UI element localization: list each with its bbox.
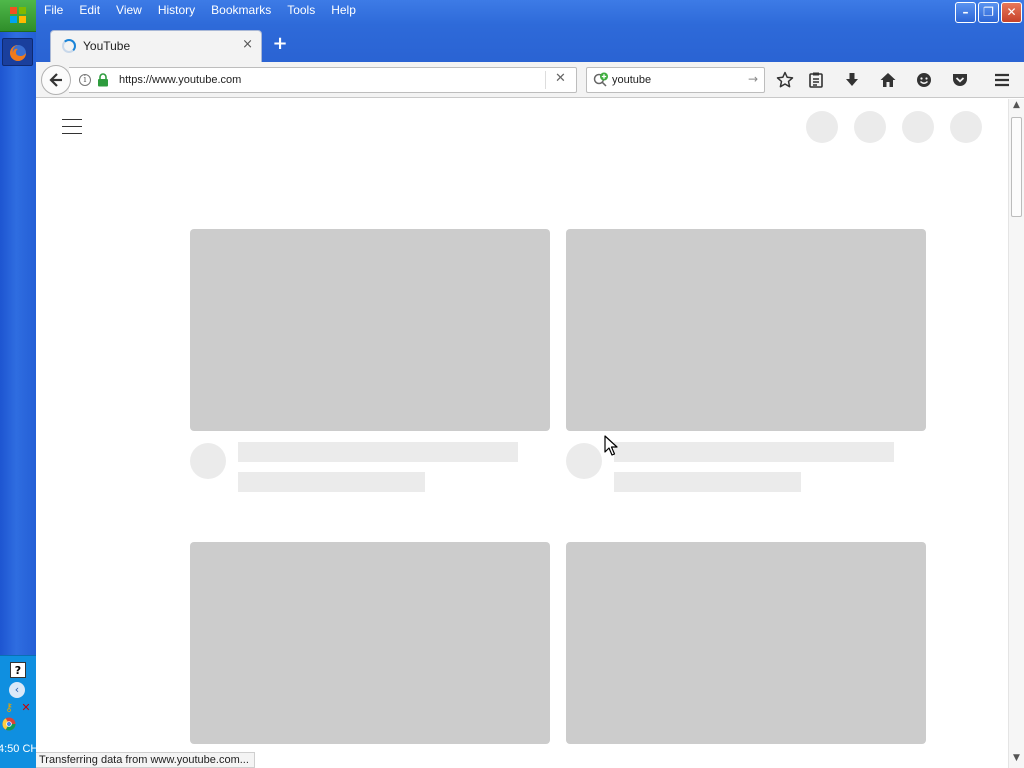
header-placeholder-icon: [854, 111, 886, 143]
thumbnail-placeholder: [566, 229, 926, 431]
new-tab-button[interactable]: +: [272, 34, 288, 54]
start-button[interactable]: [0, 0, 36, 32]
channel-avatar-placeholder: [566, 443, 602, 479]
video-card-placeholder: [566, 229, 926, 492]
open-menu-button[interactable]: [991, 69, 1013, 91]
header-placeholder-icon: [902, 111, 934, 143]
header-placeholder-icon: [950, 111, 982, 143]
windows-taskbar: ? ‹ ⚷ ✕ 4:50 CH: [0, 0, 39, 768]
search-go-button[interactable]: →: [748, 72, 758, 86]
windows-logo-icon: [10, 7, 26, 23]
menu-file[interactable]: File: [36, 0, 71, 22]
page-content: [36, 99, 1008, 752]
download-arrow-icon: [846, 73, 858, 86]
home-button[interactable]: [877, 69, 899, 91]
back-arrow-icon[interactable]: ‹: [9, 682, 25, 698]
url-text[interactable]: https://www.youtube.com: [119, 74, 241, 86]
taskbar-firefox-button[interactable]: [2, 38, 33, 66]
menu-help[interactable]: Help: [323, 0, 364, 22]
pocket-button[interactable]: [949, 69, 971, 91]
vertical-scrollbar[interactable]: ▲ ▼: [1008, 99, 1024, 768]
taskbar-clock: 4:50 CH: [0, 743, 39, 755]
back-button[interactable]: [41, 65, 71, 95]
video-card-placeholder: [190, 229, 550, 492]
close-window-button[interactable]: ✕: [1001, 2, 1022, 23]
guide-menu-icon[interactable]: [62, 119, 82, 135]
restore-button[interactable]: ❐: [978, 2, 999, 23]
system-tray: ? ‹ ⚷ ✕ 4:50 CH: [0, 655, 39, 768]
scrollbar-thumb[interactable]: [1011, 117, 1022, 217]
menu-bar: File Edit View History Bookmarks Tools H…: [36, 0, 364, 22]
reading-list-button[interactable]: [805, 69, 827, 91]
video-card-placeholder: [566, 542, 926, 744]
navigation-toolbar: i https://www.youtube.com ✕ youtube →: [36, 62, 1024, 98]
pocket-icon: [953, 74, 967, 86]
title-placeholder: [238, 442, 518, 462]
menu-view[interactable]: View: [108, 0, 150, 22]
home-icon: [880, 73, 896, 87]
loading-spinner-icon: [62, 39, 76, 53]
scroll-down-arrow-icon[interactable]: ▼: [1010, 753, 1023, 767]
stop-loading-button[interactable]: ✕: [555, 71, 566, 86]
search-bar[interactable]: youtube →: [586, 67, 765, 93]
chrome-icon[interactable]: [1, 717, 17, 733]
scroll-up-arrow-icon[interactable]: ▲: [1010, 100, 1023, 114]
star-icon: [776, 71, 794, 88]
tab-title: YouTube: [83, 39, 131, 53]
tab-youtube[interactable]: YouTube ×: [50, 30, 262, 62]
minimize-button[interactable]: –: [955, 2, 976, 23]
info-icon[interactable]: i: [79, 74, 91, 86]
video-card-placeholder: [190, 542, 550, 744]
lock-icon[interactable]: [97, 73, 109, 87]
url-bar[interactable]: i https://www.youtube.com ✕: [69, 67, 577, 93]
thumbnail-placeholder: [190, 229, 550, 431]
bookmark-star-button[interactable]: [774, 69, 796, 91]
header-placeholder-icon: [806, 111, 838, 143]
menu-bookmarks[interactable]: Bookmarks: [203, 0, 279, 22]
menu-history[interactable]: History: [150, 0, 203, 22]
meta-placeholder: [238, 472, 425, 492]
emoji-button[interactable]: [913, 69, 935, 91]
search-engine-icon: [593, 72, 608, 87]
meta-placeholder: [614, 472, 801, 492]
mouse-cursor-icon: [604, 435, 618, 456]
hamburger-menu-icon: [995, 73, 1009, 87]
menu-tools[interactable]: Tools: [279, 0, 323, 22]
title-bar: File Edit View History Bookmarks Tools H…: [36, 0, 1024, 62]
title-placeholder: [614, 442, 894, 462]
downloads-button[interactable]: [841, 69, 863, 91]
back-arrow-icon: [49, 73, 62, 87]
window-controls: – ❐ ✕: [955, 2, 1022, 23]
key-icon[interactable]: ⚷: [1, 700, 17, 716]
thumbnail-placeholder: [566, 542, 926, 744]
smiley-icon: [917, 73, 931, 87]
channel-avatar-placeholder: [190, 443, 226, 479]
browser-window: File Edit View History Bookmarks Tools H…: [36, 0, 1024, 768]
tab-close-button[interactable]: ×: [242, 37, 253, 52]
firefox-icon: [10, 45, 26, 61]
search-input[interactable]: youtube: [612, 74, 651, 86]
network-disconnected-icon[interactable]: ✕: [18, 700, 34, 716]
help-icon[interactable]: ?: [10, 662, 26, 678]
status-bar: Transferring data from www.youtube.com..…: [36, 752, 255, 768]
thumbnail-placeholder: [190, 542, 550, 744]
clipboard-icon: [809, 72, 823, 88]
menu-edit[interactable]: Edit: [71, 0, 108, 22]
url-divider: [545, 71, 546, 89]
